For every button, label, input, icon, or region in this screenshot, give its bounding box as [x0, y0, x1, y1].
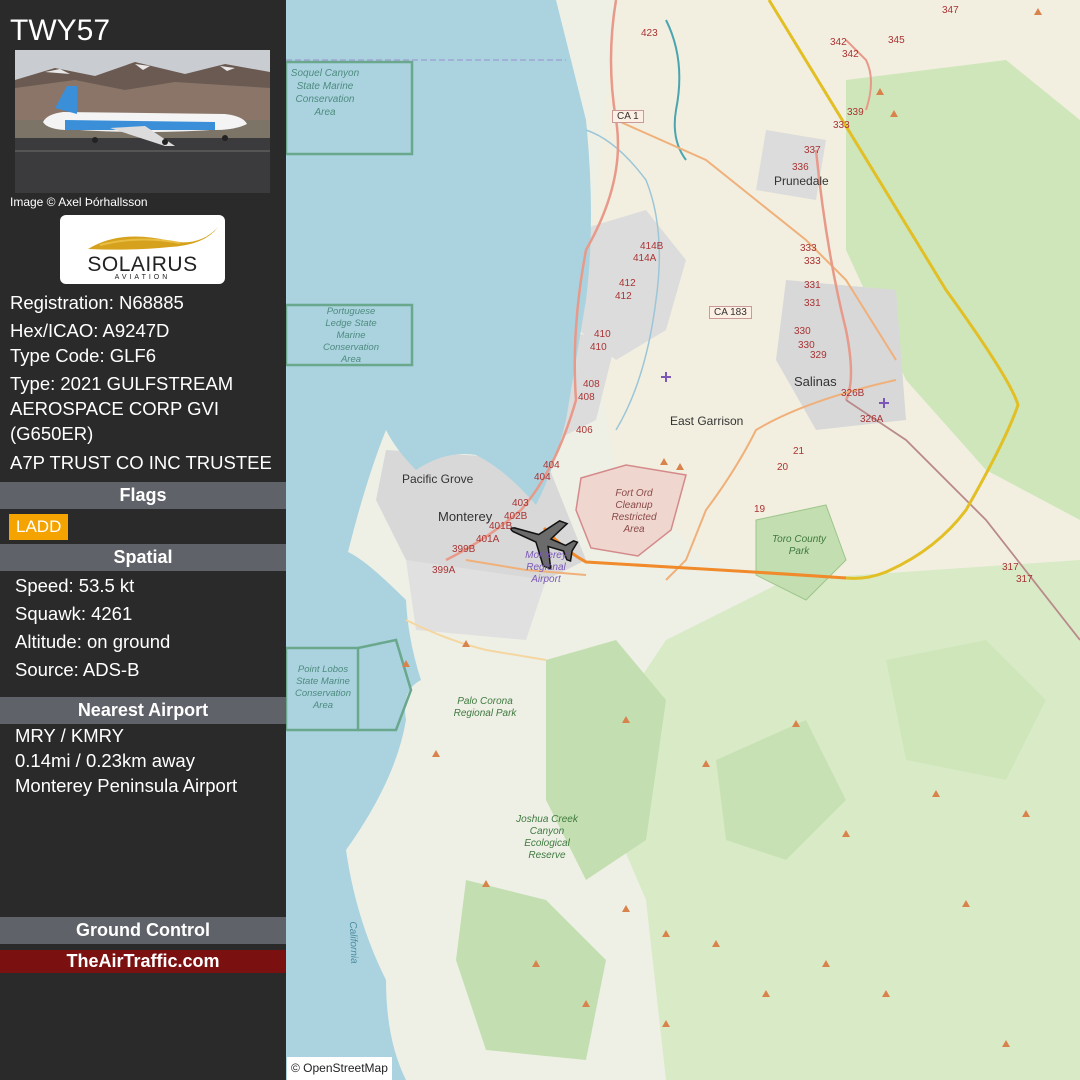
photo-credit: Image © Axel Þórhallsson [10, 195, 148, 209]
exit-number: 345 [888, 35, 905, 46]
operator-logo-sub: AVIATION [114, 274, 171, 281]
exit-number: 412 [619, 278, 636, 289]
flag-badge-ladd: LADD [9, 514, 69, 540]
fort-ord-label: Fort Ord Cleanup Restricted Area [611, 488, 657, 535]
airport-distance: 0.14mi / 0.23km away [15, 750, 195, 771]
exit-number: 317 [1002, 562, 1019, 573]
spatial-header: Spatial [0, 544, 286, 571]
source: Source: ADS-B [15, 659, 140, 680]
exit-number: 404 [534, 472, 551, 483]
exit-number: 342 [842, 49, 859, 60]
exit-number: 317 [1016, 574, 1033, 585]
exit-number: 408 [578, 392, 595, 403]
toro-park-label: Toro County Park [771, 534, 827, 557]
exit-number: 331 [804, 280, 821, 291]
exit-number: 339 [847, 107, 864, 118]
palo-corona-label: Palo Corona Regional Park [453, 696, 517, 719]
speed: Speed: 53.5 kt [15, 575, 135, 596]
altitude: Altitude: on ground [15, 631, 171, 652]
airport-area-label: Monterey Regional Airport [525, 550, 567, 585]
map-attribution[interactable]: © OpenStreetMap [287, 1057, 392, 1080]
place-monterey: Monterey [438, 509, 493, 524]
exit-number: 403 [512, 498, 529, 509]
brand-link[interactable]: TheAirTraffic.com [0, 950, 286, 973]
exit-number: 333 [833, 120, 850, 131]
exit-number: 337 [804, 145, 821, 156]
california-label: California [346, 921, 360, 964]
exit-number: 19 [754, 504, 766, 515]
exit-number: 326B [841, 388, 865, 399]
exit-number: 410 [590, 342, 607, 353]
place-salinas: Salinas [794, 374, 837, 389]
flags-header: Flags [0, 482, 286, 509]
exit-number: 330 [794, 326, 811, 337]
exit-number: 399A [432, 565, 456, 576]
squawk: Squawk: 4261 [15, 603, 133, 624]
nearest-airport-header: Nearest Airport [0, 697, 286, 724]
exit-number: 20 [777, 462, 789, 473]
point-lobos-area-label: Point Lobos State Marine Conservation Ar… [295, 664, 351, 711]
route-shield-ca1: CA 1 [612, 110, 644, 123]
exit-number: 404 [543, 460, 560, 471]
exit-number: 412 [615, 291, 632, 302]
aircraft-type: Type: 2021 GULFSTREAM AEROSPACE CORP GVI… [10, 373, 234, 444]
joshua-creek-label: Joshua Creek Canyon Ecological Reserve [516, 814, 578, 861]
type-code: Type Code: GLF6 [10, 345, 157, 366]
aircraft-photo [15, 50, 270, 193]
ground-control-header: Ground Control [0, 917, 286, 944]
exit-number: 406 [576, 425, 593, 436]
exit-number: 347 [942, 5, 959, 16]
exit-number: 408 [583, 379, 600, 390]
place-east-garrison: East Garrison [670, 414, 744, 428]
callsign-title: TWY57 [10, 14, 111, 47]
owner: A7P TRUST CO INC TRUSTEE [10, 452, 272, 473]
exit-number: 401B [489, 521, 513, 532]
place-prunedale: Prunedale [774, 174, 829, 188]
operator-logo: SOLAIRUS AVIATION [60, 215, 225, 284]
exit-number: 414A [633, 253, 657, 264]
exit-number: 410 [594, 329, 611, 340]
exit-number: 331 [804, 298, 821, 309]
exit-number: 401A [476, 534, 500, 545]
exit-number: 333 [800, 243, 817, 254]
soquel-area-label: Soquel Canyon State Marine Conservation … [290, 68, 360, 118]
exit-number: 329 [810, 350, 827, 361]
hex-icao: Hex/ICAO: A9247D [10, 320, 170, 341]
exit-number: 423 [641, 28, 658, 39]
exit-number: 414B [640, 241, 664, 252]
registration: Registration: N68885 [10, 292, 184, 313]
airport-codes: MRY / KMRY [15, 725, 124, 746]
exit-number: 336 [792, 162, 809, 173]
route-shield-ca183: CA 183 [709, 306, 752, 319]
aircraft-info-panel: TWY57 Image © Axel Þórhallsson SOLAIRUS … [0, 0, 286, 1080]
airport-name: Monterey Peninsula Airport [15, 775, 238, 796]
exit-number: 21 [793, 446, 805, 457]
exit-number: 333 [804, 256, 821, 267]
exit-number: 342 [830, 37, 847, 48]
exit-number: 399B [452, 544, 476, 555]
exit-number: 326A [860, 414, 884, 425]
map-view[interactable]: Soquel Canyon State Marine Conservation … [286, 0, 1080, 1080]
portuguese-area-label: Portuguese Ledge State Marine Conservati… [323, 306, 379, 365]
place-pacific-grove: Pacific Grove [402, 472, 474, 486]
